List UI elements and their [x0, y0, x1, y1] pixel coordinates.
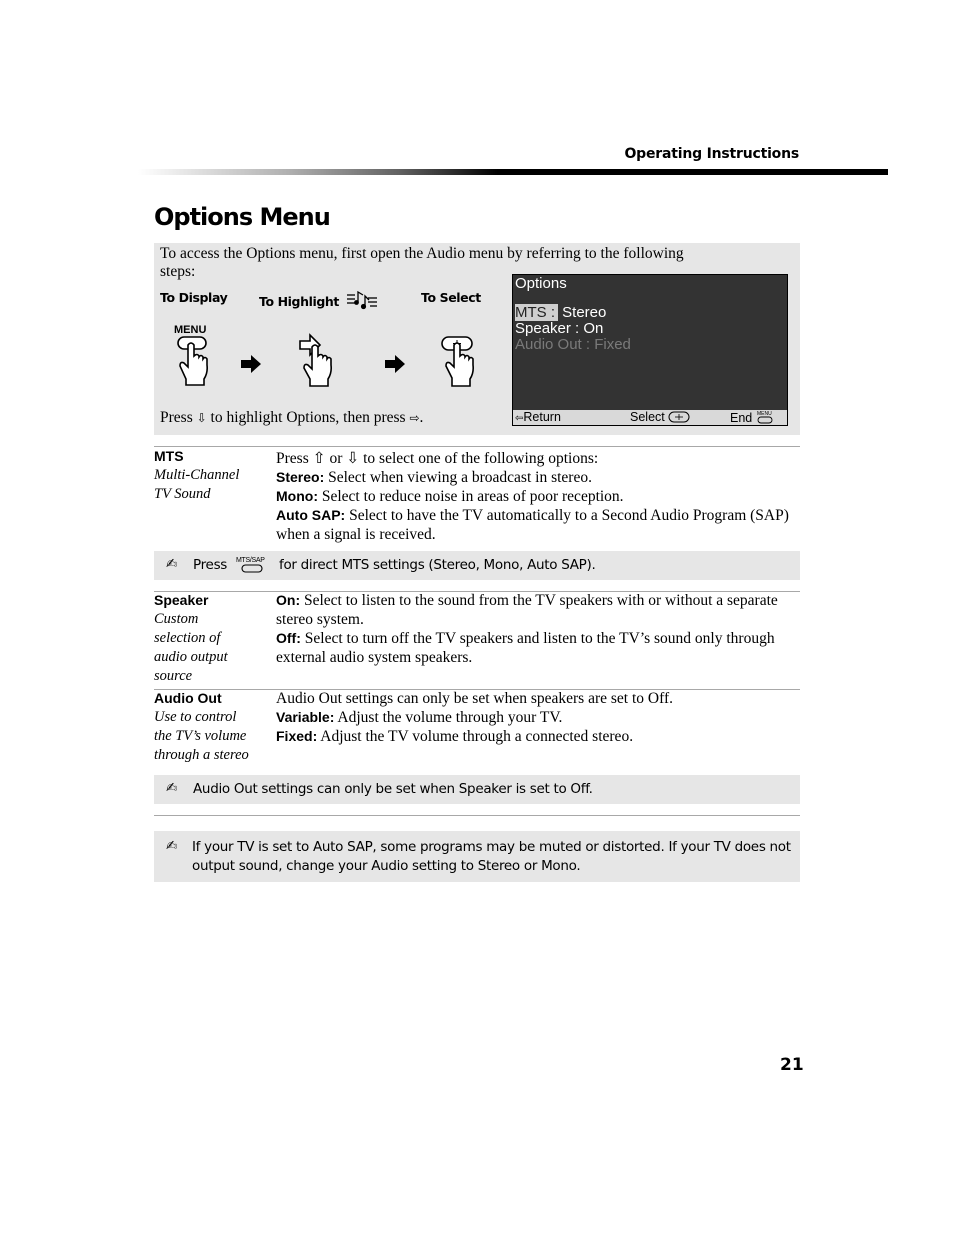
tv-footer-return: ⇦Return — [515, 410, 561, 426]
term-audio-out: Audio Out Use to control the TV’s volume… — [154, 689, 272, 765]
option-name: On: — [276, 592, 301, 608]
tv-menu-item-mts-label: MTS : — [515, 304, 558, 321]
press-middle: to highlight Options, then press — [210, 409, 406, 426]
term-speaker: Speaker Custom selection of audio output… — [154, 591, 272, 686]
tv-footer-end: End MENU — [730, 410, 774, 426]
tv-menu-item-mts-value: Stereo — [562, 304, 607, 321]
note-text: Audio Out settings can only be set when … — [193, 781, 593, 797]
access-instructions-box: To access the Options menu, first open t… — [154, 243, 800, 435]
option-name: Mono: — [276, 488, 318, 504]
mts-sap-button-icon: MTS/SAP — [236, 557, 266, 573]
step-label-highlight: To Highlight — [259, 290, 378, 310]
term-desc-line: Custom — [154, 611, 199, 627]
note-text: for direct MTS settings (Stereo, Mono, A… — [279, 557, 596, 573]
note-prefix: Press — [193, 557, 228, 573]
page-title: Options Menu — [154, 203, 331, 231]
press-instruction: Press ⇩ to highlight Options, then press… — [160, 409, 423, 427]
option-off: Off: Select to turn off the TV speakers … — [276, 629, 796, 667]
tv-footer-select: Select — [630, 410, 690, 425]
option-name: Off: — [276, 630, 301, 646]
option-text: Adjust the volume through your TV. — [337, 709, 563, 726]
tv-footer-return-label: Return — [523, 410, 561, 424]
option-name: Fixed: — [276, 728, 318, 744]
option-on: On: Select to listen to the sound from t… — [276, 591, 796, 629]
term-desc-line: selection of — [154, 630, 221, 646]
option-variable: Variable: Adjust the volume through your… — [276, 708, 796, 727]
term-desc-line: Use to control — [154, 709, 237, 725]
option-text: Select to listen to the sound from the T… — [276, 592, 778, 628]
note-pencil-icon: ✍ — [166, 838, 178, 854]
header-rule — [138, 169, 888, 175]
term-desc-line: through a stereo — [154, 747, 249, 763]
term-desc-line: audio output — [154, 649, 228, 665]
option-mono: Mono: Select to reduce noise in areas of… — [276, 487, 796, 506]
note-pencil-icon: ✍ — [166, 556, 178, 572]
term-name: Speaker — [154, 592, 209, 608]
definition-mts: Press ⇧ or ⇩ to select one of the follow… — [276, 449, 796, 544]
audio-menu-icon — [346, 290, 377, 310]
term-desc-line: Multi-Channel — [154, 467, 240, 483]
term-desc-line: source — [154, 668, 193, 684]
press-prefix: Press — [160, 409, 193, 426]
term-name: Audio Out — [154, 690, 222, 706]
note-auto-sap: ✍ If your TV is set to Auto SAP, some pr… — [154, 831, 800, 882]
option-text: Select when viewing a broadcast in stere… — [328, 469, 592, 486]
option-name: Stereo: — [276, 469, 325, 485]
tv-menu-footer: ⇦Return Select End MENU — [513, 410, 787, 425]
hand-press-menu-icon: MENU — [174, 324, 208, 386]
option-auto-sap: Auto SAP: Select to have the TV automati… — [276, 506, 796, 544]
press-suffix: . — [419, 409, 424, 426]
select-button-icon — [668, 411, 690, 423]
tv-footer-select-label: Select — [630, 410, 665, 424]
step-label-highlight-text: To Highlight — [259, 294, 339, 309]
note-text: If your TV is set to Auto SAP, some prog… — [192, 839, 791, 874]
option-name: Variable: — [276, 709, 335, 725]
page-number: 21 — [780, 1055, 804, 1075]
svg-text:MENU: MENU — [174, 324, 206, 336]
term-name: MTS — [154, 448, 184, 464]
running-head: Operating Instructions — [624, 146, 799, 162]
menu-button-icon: MENU — [757, 411, 773, 424]
definition-intro: Press ⇧ or ⇩ to select one of the follow… — [276, 450, 599, 467]
step-label-display: To Display — [160, 290, 228, 305]
definition-intro: Audio Out settings can only be set when … — [276, 690, 674, 707]
step-arrow-icon — [385, 355, 405, 373]
step-label-select: To Select — [421, 290, 481, 305]
option-text: Adjust the TV volume through a connected… — [320, 728, 634, 745]
note-audio-out: ✍ Audio Out settings can only be set whe… — [154, 775, 800, 804]
term-desc-line: the TV’s volume — [154, 728, 247, 744]
note-pencil-icon: ✍ — [166, 780, 178, 796]
option-text: Select to turn off the TV speakers and l… — [276, 630, 775, 666]
definition-audio-out: Audio Out settings can only be set when … — [276, 689, 796, 746]
svg-text:MTS/SAP: MTS/SAP — [236, 557, 265, 564]
step-arrow-icon — [241, 355, 261, 373]
term-mts: MTS Multi-Channel TV Sound — [154, 447, 272, 504]
option-text: Select to reduce noise in areas of poor … — [321, 488, 624, 505]
svg-text:MENU: MENU — [757, 411, 772, 417]
hand-press-arrow-icon — [299, 333, 332, 387]
hand-press-select-icon — [441, 336, 474, 387]
tv-menu-item-speaker[interactable]: Speaker : On — [515, 321, 603, 337]
option-name: Auto SAP: — [276, 507, 346, 523]
note-mts-button: ✍ Press MTS/SAP for direct MTS settings … — [154, 551, 800, 580]
tv-menu-item-mts[interactable]: MTS : Stereo — [515, 304, 607, 321]
option-fixed: Fixed: Adjust the TV volume through a co… — [276, 727, 796, 746]
section-divider — [154, 815, 800, 816]
definition-speaker: On: Select to listen to the sound from t… — [276, 591, 796, 667]
tv-options-screen: Options MTS : Stereo Speaker : On Audio … — [512, 274, 788, 426]
option-text: Select to have the TV automatically to a… — [276, 507, 789, 543]
down-arrow-icon: ⇩ — [196, 411, 207, 425]
tv-menu-item-audio-out: Audio Out : Fixed — [515, 336, 631, 353]
tv-footer-end-label: End — [730, 411, 753, 425]
term-desc-line: TV Sound — [154, 486, 211, 502]
tv-menu-title: Options — [515, 275, 567, 292]
option-stereo: Stereo: Select when viewing a broadcast … — [276, 468, 796, 487]
right-arrow-icon: ⇨ — [409, 411, 420, 425]
